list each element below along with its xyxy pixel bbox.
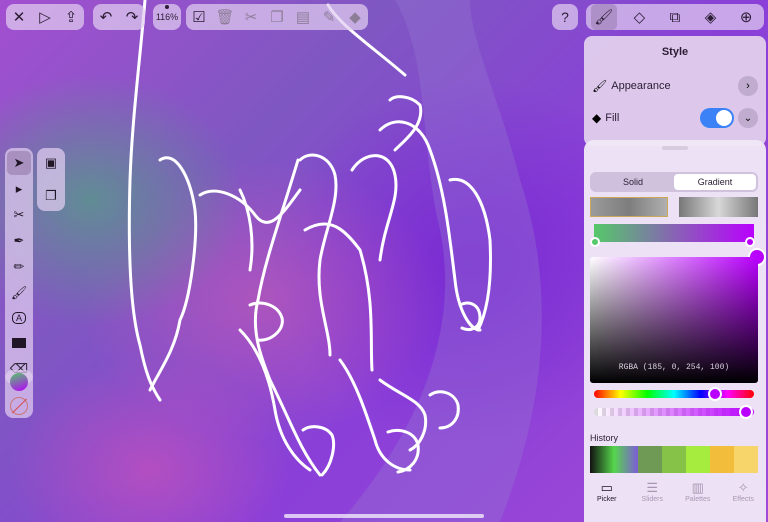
panel-title: Style <box>661 46 689 58</box>
gradient-preset-a[interactable] <box>590 197 668 217</box>
history-swatch[interactable] <box>590 446 614 473</box>
duplicate-icon[interactable]: ❐ <box>39 184 63 208</box>
monitor-icon: ▭ <box>600 480 613 495</box>
chevron-right-icon[interactable]: › <box>738 76 758 96</box>
zoom-level: 116% <box>155 12 179 22</box>
nav-sliders[interactable]: ☰ Sliders <box>630 480 675 503</box>
history-swatches <box>590 446 758 473</box>
help-label: ? <box>561 9 569 25</box>
fill-toggle[interactable] <box>700 108 734 128</box>
chevron-down-icon[interactable]: ⌄ <box>738 108 758 128</box>
inspector-toolbar: 🖌 ◇ ⧉ ◈ ⊕ <box>586 4 764 30</box>
tool-options: ▣ ❐ <box>37 148 65 211</box>
gradient-stop-end[interactable] <box>745 237 755 247</box>
appearance-row[interactable]: 🖌 Appearance › <box>592 76 758 96</box>
alpha-slider-thumb[interactable] <box>739 405 753 419</box>
history-swatch[interactable] <box>638 446 662 473</box>
rectangle-icon[interactable] <box>7 331 31 355</box>
text-icon[interactable]: A <box>12 312 26 324</box>
history-swatch[interactable] <box>614 446 638 473</box>
scissors-path-icon[interactable]: ✂ <box>7 203 31 227</box>
fill-label: Fill <box>605 112 620 124</box>
style-panel: Style 🖌 Appearance › ◆ Fill ⌄ <box>584 36 766 146</box>
close-icon[interactable]: ✕ <box>6 4 32 30</box>
fill-row: ◆ Fill ⌄ <box>592 108 758 128</box>
gradient-preset-b[interactable] <box>679 197 758 217</box>
transform-icon[interactable]: ◇ <box>626 4 652 30</box>
nav-effects[interactable]: ✧ Effects <box>721 480 766 503</box>
paste-in-place-icon[interactable]: ▣ <box>39 151 63 175</box>
select-all-icon[interactable]: ☑ <box>186 4 212 30</box>
history-swatch[interactable] <box>686 446 710 473</box>
hue-slider-thumb[interactable] <box>708 387 722 401</box>
style-brush-icon[interactable]: 🖌 <box>590 4 617 30</box>
redo-icon[interactable]: ↷ <box>119 4 145 30</box>
color-wells <box>5 370 33 418</box>
paste-icon[interactable]: ▤ <box>290 4 316 30</box>
edit-toolbar: ☑ 🗑 ✂ ❐ ▤ ✎ ◆ <box>186 4 368 30</box>
pen-icon[interactable]: ✒ <box>7 229 31 253</box>
share-icon[interactable]: ⇪ <box>58 4 84 30</box>
appearance-label: Appearance <box>611 80 671 92</box>
tab-gradient[interactable]: Gradient <box>674 174 756 190</box>
color-sampler-icon[interactable]: ✎ <box>316 4 342 30</box>
brush-icon[interactable]: 🖌 <box>7 281 31 305</box>
history-swatch[interactable] <box>710 446 734 473</box>
help-button[interactable]: ? <box>552 4 578 30</box>
file-toolbar: ✕ ▷ ⇪ <box>6 4 84 30</box>
pencil-icon[interactable]: ✏ <box>7 255 31 279</box>
tool-palette: ➤ ▸ ✂ ✒ ✏ 🖌 A ⌫ <box>5 148 33 384</box>
trash-icon[interactable]: 🗑 <box>212 4 238 30</box>
history-swatch[interactable] <box>734 446 758 473</box>
home-indicator[interactable] <box>284 514 484 518</box>
alpha-slider[interactable] <box>594 408 754 416</box>
history-swatch[interactable] <box>662 446 686 473</box>
fill-bucket-icon[interactable]: ◆ <box>342 4 368 30</box>
selection-arrow-icon[interactable]: ➤ <box>7 151 31 175</box>
undo-icon[interactable]: ↶ <box>93 4 119 30</box>
nav-picker[interactable]: ▭ Picker <box>584 480 629 503</box>
sliders-icon: ☰ <box>646 480 659 495</box>
arrange-icon[interactable]: ⧉ <box>662 4 688 30</box>
direct-select-icon[interactable]: ▸ <box>7 177 31 201</box>
gradient-bar[interactable] <box>594 224 754 242</box>
fill-bucket-icon: ◆ <box>592 111 602 125</box>
sheet-grabber[interactable] <box>662 146 688 150</box>
history-label: History <box>590 433 619 443</box>
nav-palettes[interactable]: ▥ Palettes <box>675 480 720 503</box>
history-toolbar: ↶ ↷ <box>93 4 145 30</box>
gradient-stop-start[interactable] <box>590 237 600 247</box>
tab-solid[interactable]: Solid <box>592 174 674 190</box>
palettes-icon: ▥ <box>691 480 704 495</box>
layers-icon[interactable]: ◈ <box>698 4 724 30</box>
stroke-color-well[interactable] <box>10 397 28 415</box>
color-picker-sheet: Solid Gradient RGBA (185, 0, 254, 100) H… <box>584 140 766 522</box>
hue-slider[interactable] <box>594 390 754 398</box>
saturation-brightness-field[interactable]: RGBA (185, 0, 254, 100) <box>590 257 758 383</box>
picker-nav: ▭ Picker ☰ Sliders ▥ Palettes ✧ Effects <box>584 480 766 503</box>
fill-type-segment: Solid Gradient <box>590 172 758 192</box>
copy-icon[interactable]: ❐ <box>264 4 290 30</box>
zoom-indicator[interactable]: 116% <box>153 4 181 30</box>
play-icon[interactable]: ▷ <box>32 4 58 30</box>
rgba-readout: RGBA (185, 0, 254, 100) <box>618 363 730 372</box>
appearance-icon: 🖌 <box>592 79 608 93</box>
effects-icon: ✧ <box>737 480 749 495</box>
fill-color-well[interactable] <box>10 373 28 391</box>
cut-icon[interactable]: ✂ <box>238 4 264 30</box>
add-icon[interactable]: ⊕ <box>733 4 759 30</box>
